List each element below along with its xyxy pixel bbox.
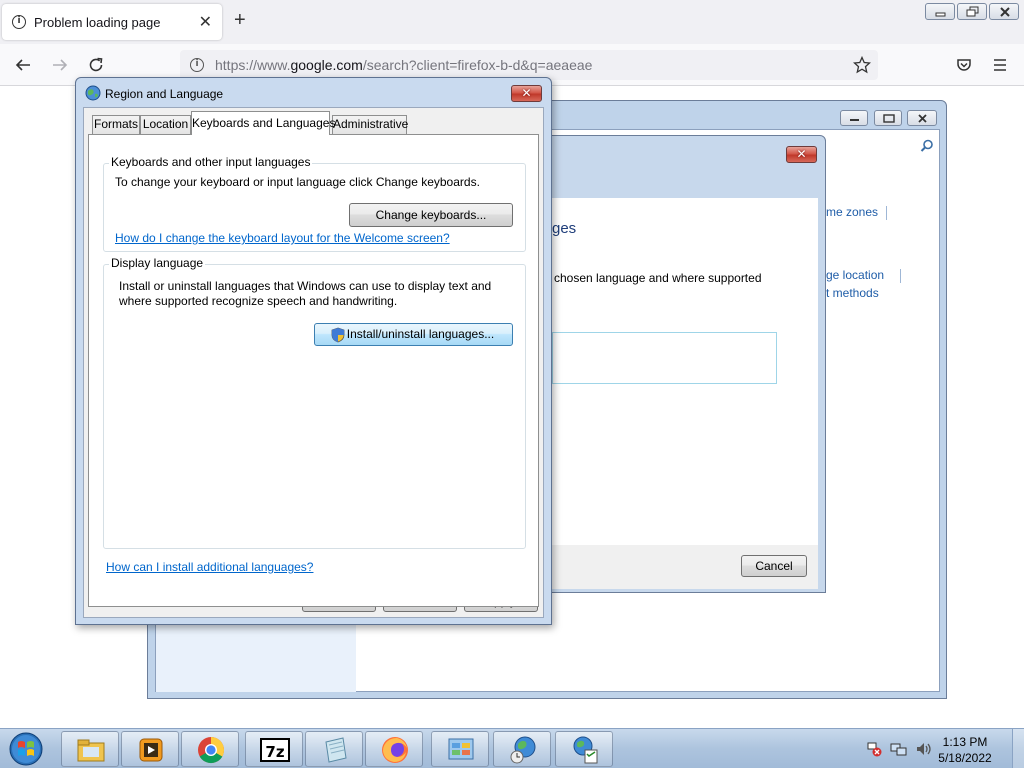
keyboards-group-label: Keyboards and other input languages (109, 155, 313, 169)
pocket-icon[interactable] (955, 56, 973, 74)
globe-icon (85, 85, 101, 101)
restore-icon (966, 6, 979, 17)
dialog-client-area: Formats Location Keyboards and Languages… (83, 107, 544, 618)
close-icon: ✕ (796, 147, 807, 161)
tab-location[interactable]: Location (140, 115, 191, 134)
reload-icon[interactable] (87, 56, 105, 74)
language-window-close-button[interactable]: ✕ (786, 146, 817, 163)
cp-link-time-zones[interactable]: me zones (826, 205, 878, 219)
taskbar-region-globe[interactable] (493, 731, 551, 767)
taskbar-chrome[interactable] (181, 731, 239, 767)
media-player-icon (139, 738, 163, 762)
forward-icon[interactable] (51, 56, 69, 74)
bookmark-star-icon[interactable] (853, 56, 871, 74)
keyboards-description: To change your keyboard or input languag… (115, 175, 480, 189)
chrome-icon (198, 737, 225, 764)
restore-button[interactable] (957, 3, 987, 20)
globe-clock-icon (510, 736, 536, 764)
install-additional-languages-link[interactable]: How can I install additional languages? (106, 560, 313, 574)
tab-administrative[interactable]: Administrative (332, 115, 408, 134)
install-uninstall-languages-label: Install/uninstall languages... (346, 327, 495, 341)
welcome-screen-layout-link[interactable]: How do I change the keyboard layout for … (115, 231, 450, 245)
close-icon: ✕ (521, 86, 532, 100)
close-tab-icon[interactable]: ✕ (199, 12, 212, 32)
cp-link-location[interactable]: ge location (826, 268, 884, 282)
region-language-dialog: Region and Language ✕ Formats Location K… (75, 77, 552, 625)
taskbar-control-panel[interactable] (431, 731, 489, 767)
search-icon[interactable] (920, 139, 934, 153)
language-window-heading: ges (552, 220, 577, 237)
start-button[interactable] (6, 731, 46, 767)
dialog-title: Region and Language (105, 87, 224, 101)
info-icon: i (12, 15, 26, 29)
show-desktop-button[interactable] (1012, 729, 1024, 768)
browser-tab[interactable]: i Problem loading page ✕ (2, 4, 222, 40)
tab-page-keyboards-and-languages: Keyboards and other input languages To c… (88, 134, 539, 607)
firefox-icon (382, 737, 408, 763)
taskbar: 7z 1:13 PM 5/18/2022 (0, 728, 1024, 768)
control-panel-icon (448, 738, 474, 760)
cp-link-separator (886, 206, 887, 220)
close-window-button[interactable] (989, 3, 1019, 20)
menu-icon[interactable] (991, 56, 1009, 74)
cp-maximize-button[interactable] (874, 110, 902, 126)
taskbar-file-explorer[interactable] (61, 731, 119, 767)
new-tab-icon[interactable]: + (234, 10, 246, 30)
close-icon (1000, 7, 1010, 17)
cp-link-input-methods[interactable]: t methods (826, 286, 879, 300)
clock-time[interactable]: 1:13 PM (930, 735, 1000, 749)
browser-tab-bar: i Problem loading page ✕ + (0, 0, 1024, 44)
folder-icon (77, 739, 105, 762)
minimize-icon (850, 119, 859, 121)
taskbar-firefox[interactable] (365, 731, 423, 767)
change-keyboards-button[interactable]: Change keyboards... (349, 203, 513, 227)
taskbar-7zip[interactable]: 7z (245, 731, 303, 767)
network-icon[interactable] (890, 741, 908, 757)
taskbar-media-player[interactable] (121, 731, 179, 767)
tab-title: Problem loading page (34, 15, 161, 30)
7zip-icon: 7z (260, 738, 290, 762)
close-icon (918, 114, 927, 123)
action-center-icon[interactable] (866, 741, 882, 757)
display-language-description: Install or uninstall languages that Wind… (119, 279, 492, 308)
back-icon[interactable] (14, 56, 32, 74)
language-window: ✕ ges chosen language and where supporte… (547, 135, 826, 593)
cp-minimize-button[interactable] (840, 110, 868, 126)
notepad-icon (325, 737, 347, 763)
tab-formats[interactable]: Formats (92, 115, 140, 134)
minimize-button[interactable] (925, 3, 955, 20)
svg-text:7z: 7z (265, 743, 284, 761)
tab-keyboards-and-languages[interactable]: Keyboards and Languages (191, 111, 335, 135)
taskbar-region-language[interactable] (555, 731, 613, 767)
uac-shield-icon (331, 327, 345, 343)
minimize-icon (935, 12, 946, 17)
language-list-box[interactable] (552, 332, 777, 384)
cp-link-separator (900, 269, 901, 283)
display-language-group-label: Display language (109, 256, 206, 270)
taskbar-notepad[interactable] (305, 731, 363, 767)
language-cancel-button[interactable]: Cancel (741, 555, 807, 577)
globe-document-icon (573, 736, 598, 764)
site-info-icon[interactable]: i (190, 58, 204, 72)
install-uninstall-languages-button[interactable]: Install/uninstall languages... (314, 323, 513, 346)
url-bar[interactable]: i https://www.google.com/search?client=f… (180, 50, 878, 80)
language-window-text: chosen language and where supported (554, 271, 762, 285)
maximize-icon (883, 114, 895, 123)
url-text[interactable]: https://www.google.com/search?client=fir… (215, 57, 592, 73)
cp-close-button[interactable] (907, 110, 937, 126)
dialog-close-button[interactable]: ✕ (511, 85, 542, 102)
language-window-footer: Cancel (548, 545, 818, 589)
clock-date[interactable]: 5/18/2022 (930, 751, 1000, 765)
